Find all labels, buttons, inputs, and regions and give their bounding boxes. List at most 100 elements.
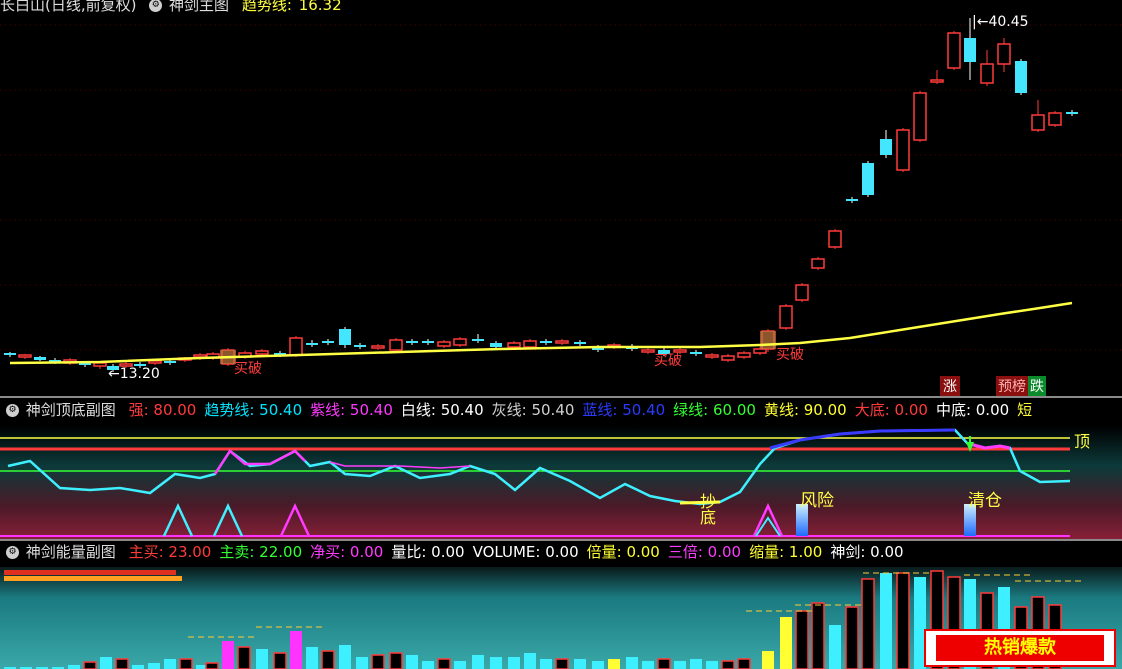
promo-badge[interactable]: 热销爆款	[924, 629, 1116, 667]
clear-position-label: 清仓	[968, 491, 1002, 511]
main-sell-bar	[4, 576, 182, 581]
volume-bar	[490, 657, 502, 669]
volume-bar	[737, 658, 751, 669]
candle-body-down	[490, 343, 502, 347]
volume-bar	[706, 661, 718, 669]
panel2-field-0: 主买: 23.00	[128, 543, 212, 561]
volume-bar	[222, 641, 234, 669]
volume-bar	[164, 659, 176, 669]
volume-bar	[795, 610, 809, 669]
candle-body-up	[389, 339, 403, 351]
candle-body-down	[862, 163, 874, 195]
volume-bar	[880, 573, 892, 669]
panel2-field-3: 量比: 0.00	[391, 543, 465, 561]
risk-label: 风险	[800, 491, 834, 511]
buy-signal-1: 买破	[234, 361, 262, 377]
candle-body-up	[1031, 114, 1045, 131]
panel1-field-1: 趋势线: 50.40	[204, 401, 303, 419]
candle-body-up	[737, 352, 751, 358]
candle-body-up	[18, 354, 32, 358]
candle-body-up	[779, 305, 793, 329]
candle-body-down	[354, 345, 366, 347]
panel1-gear-icon[interactable]: ⚙	[6, 404, 19, 417]
panel2-title[interactable]: 神剑能量副图	[26, 543, 116, 561]
volume-bar	[437, 658, 451, 669]
candle-body-up	[453, 338, 467, 346]
candle-body-up	[555, 340, 569, 344]
panel1-field-10: 短	[1017, 401, 1033, 419]
volume-bar	[273, 652, 287, 669]
panel2-field-8: 神剑: 0.00	[830, 543, 904, 561]
volume-bar	[371, 654, 385, 669]
volume-bar	[674, 661, 686, 669]
volume-bar	[356, 657, 368, 669]
candle-body-up	[930, 79, 944, 83]
panel2-field-6: 三倍: 0.00	[667, 543, 742, 561]
volume-bar	[592, 661, 604, 669]
fall-tag: 跌	[1028, 376, 1046, 396]
candle-body-down	[406, 341, 418, 343]
panel2-field-1: 主卖: 22.00	[219, 543, 303, 561]
rise-tag: 涨	[940, 376, 960, 396]
volume-bar	[321, 650, 335, 669]
volume-bar	[100, 657, 112, 669]
panel2-gear-icon[interactable]: ⚙	[6, 546, 19, 559]
candle-body-up	[828, 230, 842, 248]
panel1-field-8: 大底: 0.00	[854, 401, 928, 419]
candle-body-down	[339, 329, 351, 345]
candle-body-down	[472, 339, 484, 341]
panel1-title[interactable]: 神剑顶底副图	[26, 401, 116, 419]
volume-bar	[290, 631, 302, 669]
panel1-field-0: 强: 80.00	[128, 401, 197, 419]
candle-body-up	[255, 350, 269, 355]
volume-bar	[406, 655, 418, 669]
volume-bar	[179, 658, 193, 669]
candle-body-down	[540, 341, 552, 343]
panel1-header: ⚙ 神剑顶底副图 强: 80.00 趋势线: 50.40 紫线: 50.40 白线: …	[0, 399, 1042, 421]
volume-bar	[237, 646, 251, 669]
volume-bar	[829, 625, 841, 669]
candle-body-down	[422, 341, 434, 343]
volume-bar	[608, 659, 620, 669]
candle-body-down	[4, 353, 16, 355]
volume-bar	[205, 662, 219, 669]
candle-body-up	[523, 340, 537, 348]
volume-bar	[657, 658, 671, 669]
volume-bar	[115, 658, 129, 669]
volume-bar	[454, 661, 466, 669]
volume-bar	[508, 657, 520, 669]
volume-bar	[721, 660, 735, 669]
volume-bar	[524, 653, 536, 669]
volume-bar	[148, 663, 160, 669]
candle-body-up	[93, 362, 107, 367]
candle-body-up	[980, 63, 994, 84]
candlestick-chart[interactable]	[0, 0, 1122, 392]
volume-bar	[472, 655, 484, 669]
volume-bar	[306, 647, 318, 669]
candle-body-up	[1048, 112, 1062, 126]
panel1-field-2: 紫线: 50.40	[310, 401, 393, 419]
candle-body-up	[371, 345, 385, 349]
high-price-marker: |←40.45	[972, 14, 1029, 30]
volume-bar	[68, 665, 80, 669]
candle-body-up	[437, 341, 451, 347]
candle-body-up	[641, 349, 655, 353]
top-bottom-oscillator-chart[interactable]	[0, 426, 1122, 540]
volume-bar	[574, 659, 586, 669]
volume-bar	[811, 602, 825, 669]
panel2-field-4: VOLUME: 0.00	[472, 543, 579, 561]
panel1-field-9: 中底: 0.00	[935, 401, 1010, 419]
volume-bar	[389, 652, 403, 669]
candle-body-up	[896, 129, 910, 171]
low-price-marker: ←13.20	[108, 366, 160, 382]
volume-bar	[780, 617, 792, 669]
panel2-field-2: 净买: 0.00	[310, 543, 384, 561]
volume-bar	[762, 651, 774, 669]
candle-body-down	[34, 357, 46, 360]
copy-bottom-label: 抄底	[700, 492, 717, 527]
candle-body-up	[913, 92, 927, 141]
volume-bar	[555, 658, 569, 669]
volume-bar	[339, 645, 351, 669]
volume-bar	[83, 661, 97, 669]
candle-body-up	[148, 360, 162, 364]
